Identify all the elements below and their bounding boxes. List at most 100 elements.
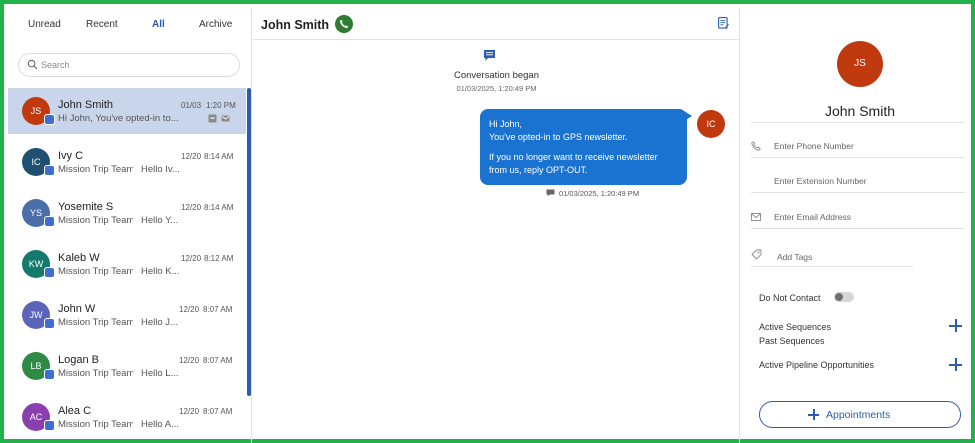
conversation-row[interactable]: JS John Smith Hi John, You've opted-in t… (8, 88, 246, 134)
conversation-panel: Unread Recent All Archive JS John Smith … (8, 8, 252, 443)
search-input[interactable] (41, 57, 231, 73)
group-name: Mission Trip Team (58, 215, 133, 226)
divider (751, 122, 965, 123)
call-button[interactable] (335, 15, 353, 33)
contact-name: Yosemite S (58, 201, 114, 213)
conversation-began-label: Conversation began (453, 70, 540, 81)
do-not-contact-toggle[interactable] (834, 292, 854, 302)
appointments-button[interactable]: Appointments (759, 401, 961, 428)
add-opportunity-button[interactable] (949, 358, 962, 371)
conversation-row[interactable]: KW Kaleb W Mission Trip Team Hello K... … (8, 241, 246, 287)
add-sequence-button[interactable] (949, 319, 962, 332)
search-box (18, 53, 240, 77)
conversation-row[interactable]: JW John W Mission Trip Team Hello J... 1… (8, 292, 246, 338)
message-badge-icon (44, 267, 55, 278)
phone-field (751, 134, 965, 158)
conversation-began-time: 01/03/2025, 1:20:49 PM (456, 84, 537, 93)
chat-header: John Smith (253, 8, 740, 40)
contact-name: Logan B (58, 354, 99, 366)
contact-name: Kaleb W (58, 252, 100, 264)
conversation-row[interactable]: YS Yosemite S Mission Trip Team Hello Y.… (8, 190, 246, 236)
message-date: 12/20 (179, 407, 200, 416)
message-line: You've opted-in to GPS newsletter. (489, 131, 628, 142)
tab-archive[interactable]: Archive (199, 19, 232, 30)
tag-icon (751, 249, 762, 260)
contact-avatar: JS (837, 41, 883, 87)
message-time: 8:12 AM (204, 254, 234, 263)
mail-icon (751, 213, 761, 221)
message-badge-icon (44, 216, 55, 227)
contact-name: John Smith (824, 103, 896, 119)
message-preview: Hello K... (141, 266, 180, 277)
message-line: from us, reply OPT-OUT. (489, 164, 588, 175)
tags-input[interactable] (777, 249, 907, 265)
message-preview: Hi John, You've opted-in to... (58, 113, 179, 124)
message-badge-icon (44, 318, 55, 329)
sms-icon (546, 189, 555, 197)
message-badge-icon (44, 420, 55, 431)
search-icon (27, 59, 38, 70)
message-time: 8:07 AM (203, 305, 233, 314)
conversation-row[interactable]: IC Ivy C Mission Trip Team Hello Iv... 1… (8, 139, 246, 185)
message-badge-icon (44, 369, 55, 380)
message-date: 12/20 (179, 305, 200, 314)
conversation-row[interactable]: AC Alea C Mission Trip Team Hello A... 1… (8, 394, 246, 440)
contact-name: Alea C (58, 405, 92, 417)
message-badge-icon (44, 114, 55, 125)
chat-panel: John Smith Conversation began 01/03/2025… (253, 8, 740, 443)
conversation-row[interactable]: LB Logan B Mission Trip Team Hello L... … (8, 343, 246, 389)
tab-all[interactable]: All (152, 19, 165, 30)
message-date: 01/03 (181, 101, 202, 110)
notes-icon[interactable] (718, 17, 729, 29)
row-actions (206, 114, 234, 124)
phone-icon (751, 141, 761, 151)
group-name: Mission Trip Team (58, 164, 133, 175)
message-preview: Hello L... (141, 368, 179, 379)
message-time: 8:14 AM (204, 203, 234, 212)
conversation-list: JS John Smith Hi John, You've opted-in t… (8, 88, 246, 443)
message-badge-icon (44, 165, 55, 176)
chat-title: John Smith (261, 18, 330, 32)
tags-field (751, 245, 913, 267)
extension-input[interactable] (774, 173, 959, 189)
message-date: 12/20 (181, 254, 202, 263)
bubble-tail (684, 111, 692, 121)
message-time: 1:20 PM (206, 101, 236, 110)
message-time: 8:07 AM (203, 356, 233, 365)
group-name: Mission Trip Team (58, 419, 133, 430)
message-timestamp: 01/03/2025, 1:20:49 PM (559, 189, 640, 198)
message-preview: Hello A... (141, 419, 180, 430)
appointments-label: Appointments (826, 409, 891, 421)
conversation-scrollbar[interactable] (247, 88, 251, 396)
conversation-icon (484, 50, 495, 61)
contact-name: Ivy C (58, 150, 84, 162)
group-name: Mission Trip Team (58, 266, 133, 277)
contact-name: John Smith (58, 99, 114, 111)
contact-name: John W (58, 303, 96, 315)
email-field (751, 205, 965, 229)
archive-icon[interactable] (208, 114, 217, 123)
message-preview: Hello Iv... (141, 164, 180, 175)
tab-recent[interactable]: Recent (86, 19, 118, 30)
contact-panel: JS John Smith Do Not Contact Active Sequ… (741, 8, 975, 443)
sender-avatar: IC (697, 110, 725, 138)
email-input[interactable] (774, 209, 959, 225)
message-preview: Hello J... (141, 317, 178, 328)
group-name: Mission Trip Team (58, 368, 133, 379)
phone-icon (339, 19, 349, 29)
plus-icon (808, 409, 819, 420)
window-frame: Unread Recent All Archive JS John Smith … (0, 0, 975, 443)
conversation-tabs: Unread Recent All Archive (8, 8, 252, 40)
message-time: 8:14 AM (204, 152, 234, 161)
extension-field (751, 169, 965, 193)
message-date: 12/20 (181, 203, 202, 212)
message-date: 12/20 (179, 356, 200, 365)
phone-input[interactable] (774, 138, 959, 154)
active-sequences-label: Active Sequences (759, 322, 832, 332)
past-sequences-label: Past Sequences (759, 336, 825, 346)
message-preview: Hello Y... (141, 215, 179, 226)
messaging-app: Unread Recent All Archive JS John Smith … (8, 8, 975, 443)
sms-icon[interactable] (221, 115, 230, 122)
toggle-knob (835, 293, 843, 301)
tab-unread[interactable]: Unread (28, 19, 61, 30)
